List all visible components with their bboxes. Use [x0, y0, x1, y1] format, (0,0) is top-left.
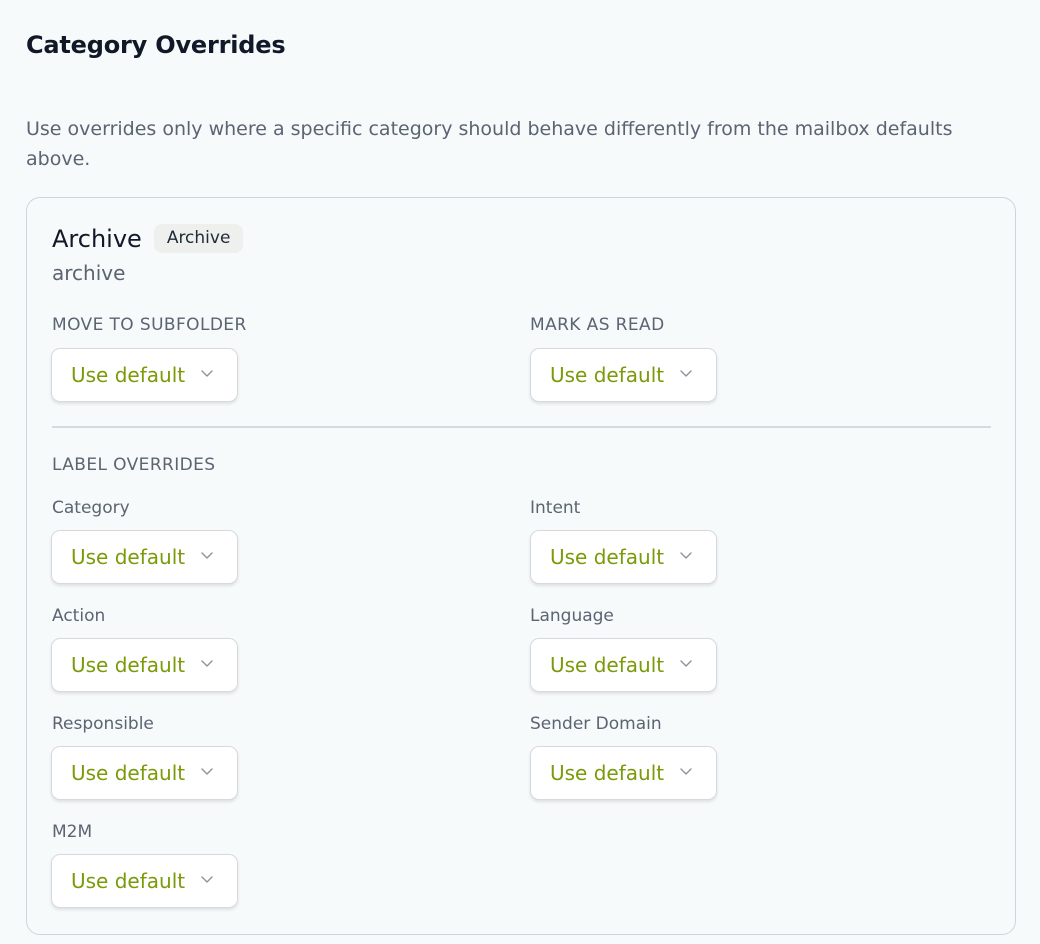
sender-domain-select[interactable]: Use default	[530, 746, 717, 800]
chevron-down-icon	[680, 370, 692, 377]
sender-domain-field-label: Sender Domain	[530, 714, 662, 734]
category-name: Archive	[52, 224, 142, 253]
select-value: Use default	[550, 653, 665, 677]
m2m-field-label: M2M	[52, 822, 93, 842]
mark-as-read-select[interactable]: Use default	[530, 348, 717, 402]
m2m-select[interactable]: Use default	[51, 854, 238, 908]
move-to-subfolder-label: MOVE TO SUBFOLDER	[52, 315, 247, 335]
chevron-down-icon	[201, 768, 213, 775]
category-select[interactable]: Use default	[51, 530, 238, 584]
select-value: Use default	[550, 363, 665, 387]
chevron-down-icon	[680, 660, 692, 667]
section-title: Category Overrides	[26, 31, 286, 59]
chevron-down-icon	[680, 552, 692, 559]
chevron-down-icon	[201, 876, 213, 883]
category-key: archive	[52, 261, 126, 285]
chevron-down-icon	[201, 370, 213, 377]
section-description: Use overrides only where a specific cate…	[26, 118, 953, 170]
responsible-select[interactable]: Use default	[51, 746, 238, 800]
action-field-label: Action	[52, 606, 106, 626]
language-field-label: Language	[530, 606, 614, 626]
category-override-card: Archive Archive archive MOVE TO SUBFOLDE…	[26, 197, 1016, 935]
select-value: Use default	[550, 761, 665, 785]
select-value: Use default	[71, 545, 186, 569]
chevron-down-icon	[201, 552, 213, 559]
select-value: Use default	[71, 761, 186, 785]
chevron-down-icon	[201, 660, 213, 667]
responsible-field-label: Responsible	[52, 714, 154, 734]
mark-as-read-label: MARK AS READ	[530, 315, 665, 335]
move-to-subfolder-select[interactable]: Use default	[51, 348, 238, 402]
intent-select[interactable]: Use default	[530, 530, 717, 584]
divider	[52, 426, 991, 428]
card-header: Archive Archive	[52, 224, 244, 253]
action-select[interactable]: Use default	[51, 638, 238, 692]
label-overrides-title: LABEL OVERRIDES	[52, 455, 216, 475]
select-value: Use default	[71, 869, 186, 893]
category-badge: Archive	[153, 224, 244, 253]
select-value: Use default	[71, 363, 186, 387]
select-value: Use default	[71, 653, 186, 677]
chevron-down-icon	[680, 768, 692, 775]
intent-field-label: Intent	[530, 498, 581, 518]
select-value: Use default	[550, 545, 665, 569]
category-field-label: Category	[52, 498, 130, 518]
language-select[interactable]: Use default	[530, 638, 717, 692]
